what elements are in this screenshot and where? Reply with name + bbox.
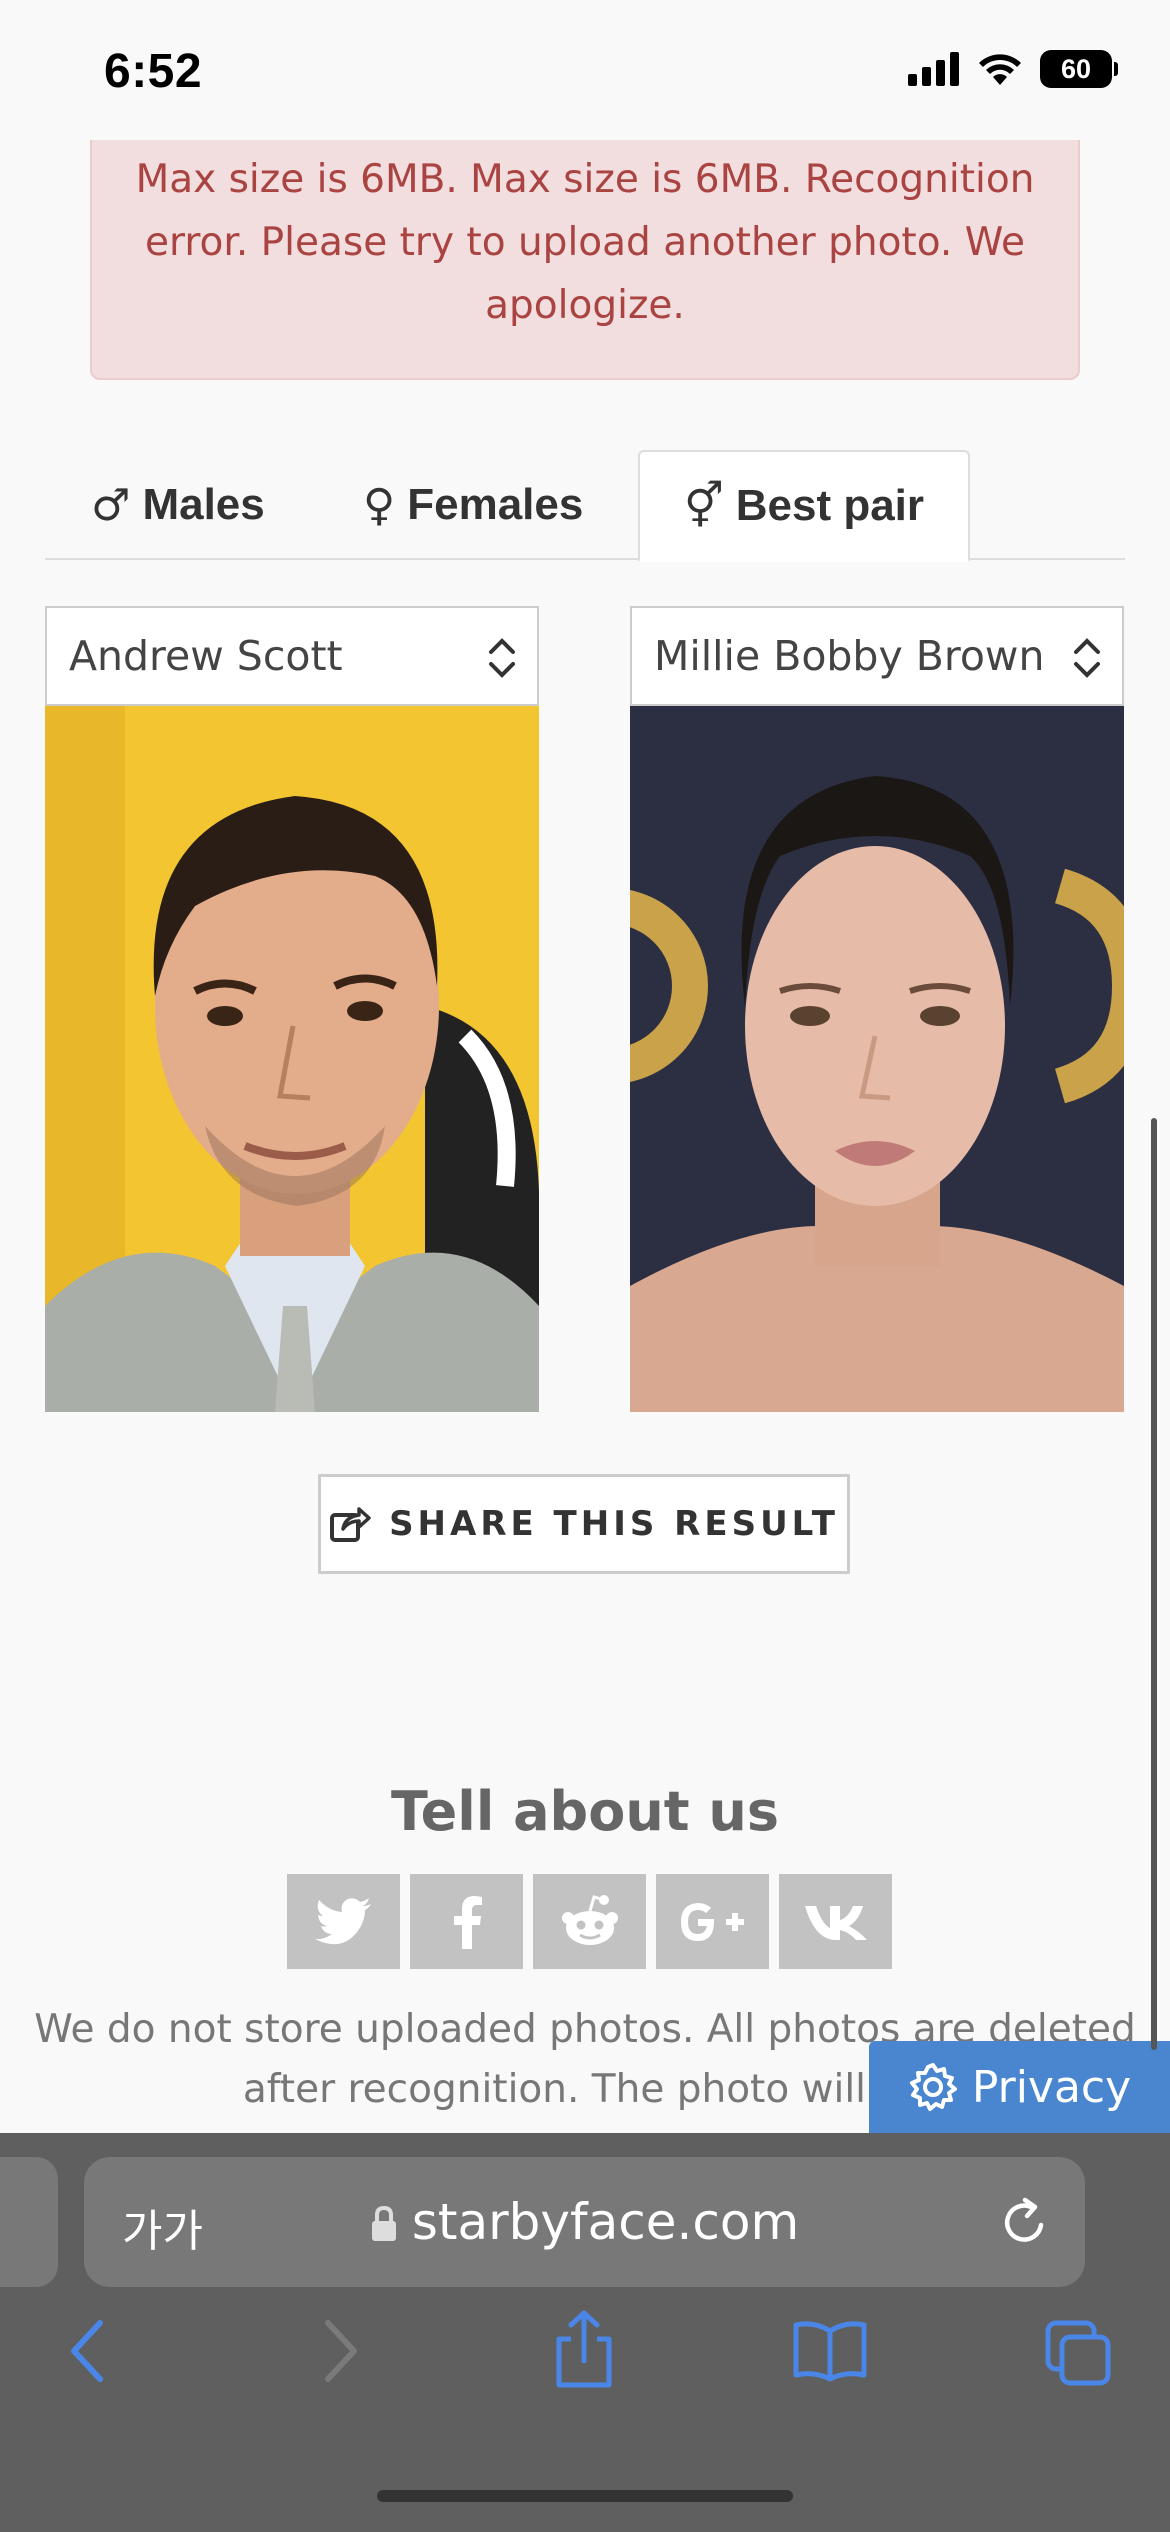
url-text: starbyface.com: [411, 2193, 800, 2251]
share-result-button[interactable]: SHARE THIS RESULT: [318, 1474, 850, 1574]
tab-label: Males: [142, 480, 265, 529]
tab-best-pair[interactable]: ⚥ Best pair: [638, 450, 971, 562]
facebook-button[interactable]: [410, 1874, 523, 1969]
status-icons: 60: [908, 50, 1118, 88]
clock: 6:52: [104, 45, 203, 98]
tab-males[interactable]: ♂ Males: [91, 450, 265, 560]
share-sheet-icon[interactable]: [551, 2309, 617, 2389]
vk-icon: [804, 1905, 867, 1940]
forward-icon[interactable]: [318, 2319, 362, 2383]
gender-tabs: ♂ Males ♀ Females ⚥ Best pair: [45, 450, 1125, 562]
facebook-icon: [453, 1895, 482, 1949]
share-icon: [330, 1507, 371, 1542]
safari-toolbar: 가가 starbyface.com: [0, 2133, 1170, 2532]
social-buttons: [287, 1874, 892, 1969]
select-value: Millie Bobby Brown: [654, 632, 1045, 680]
wifi-icon: [979, 54, 1021, 85]
updown-chevron-icon: [1074, 638, 1100, 678]
tell-about-us-heading: Tell about us: [391, 1780, 779, 1843]
url-display: starbyface.com: [84, 2193, 1085, 2251]
cellular-signal-icon: [908, 52, 959, 86]
updown-chevron-icon: [489, 638, 515, 678]
google-plus-icon: [680, 1902, 744, 1941]
google-plus-button[interactable]: [656, 1874, 769, 1969]
screen: 6:52 60 Max size is 6MB. Max size is 6MB…: [0, 0, 1170, 2532]
male-icon: ♂: [91, 479, 131, 531]
privacy-label: Privacy: [971, 2061, 1132, 2113]
right-person-select[interactable]: Millie Bobby Brown: [630, 606, 1124, 706]
share-label: SHARE THIS RESULT: [389, 1504, 839, 1544]
battery-level: 60: [1060, 53, 1092, 84]
reddit-button[interactable]: [533, 1874, 646, 1969]
twitter-icon: [314, 1897, 371, 1944]
twitter-button[interactable]: [287, 1874, 400, 1969]
lock-icon: [371, 2205, 396, 2241]
pair-icon: ⚥: [684, 480, 724, 532]
battery-icon: 60: [1040, 50, 1118, 88]
tabs-icon[interactable]: [1044, 2319, 1114, 2389]
tab-label: Best pair: [735, 481, 925, 530]
address-bar[interactable]: 가가 starbyface.com: [84, 2157, 1085, 2287]
left-person-photo: [45, 706, 539, 1412]
privacy-button[interactable]: Privacy: [869, 2041, 1170, 2133]
home-indicator[interactable]: [377, 2490, 793, 2502]
tab-females[interactable]: ♀ Females: [363, 450, 583, 560]
status-bar: 6:52 60: [0, 0, 1170, 140]
select-value: Andrew Scott: [69, 632, 343, 680]
error-alert: Max size is 6MB. Max size is 6MB. Recogn…: [90, 140, 1080, 380]
right-person-photo: [630, 706, 1124, 1412]
reddit-icon: [561, 1894, 618, 1945]
reload-icon[interactable]: [1001, 2197, 1049, 2247]
page-scrollbar[interactable]: [1151, 1118, 1157, 2050]
left-person-select[interactable]: Andrew Scott: [45, 606, 539, 706]
previous-tab-edge[interactable]: [0, 2157, 58, 2287]
gear-icon: [909, 2063, 957, 2111]
female-icon: ♀: [363, 479, 396, 531]
back-icon[interactable]: [66, 2319, 110, 2383]
bookmarks-icon[interactable]: [792, 2319, 868, 2383]
tab-label: Females: [407, 480, 584, 529]
vk-button[interactable]: [779, 1874, 892, 1969]
